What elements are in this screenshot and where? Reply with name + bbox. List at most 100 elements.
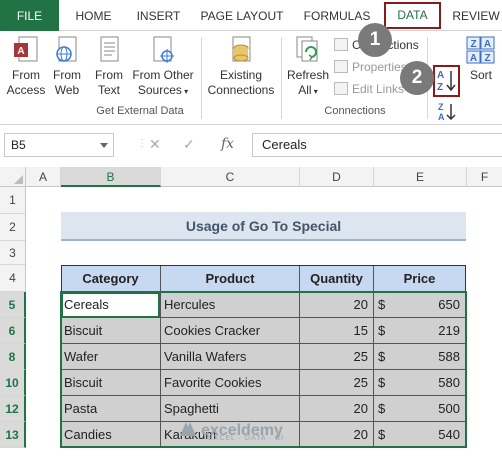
sheet-title: Usage of Go To Special xyxy=(61,212,466,241)
cell-price[interactable]: $580 xyxy=(374,370,466,396)
cell-product[interactable]: Spaghetti xyxy=(161,396,300,422)
access-database-icon: A xyxy=(14,36,38,62)
from-text-label-2: Text xyxy=(97,83,120,97)
from-access-button[interactable]: A From Access xyxy=(4,36,48,98)
group-separator xyxy=(201,37,202,119)
from-access-label-2: Access xyxy=(6,83,46,97)
currency-symbol: $ xyxy=(378,297,386,312)
row-header-6[interactable]: 6 xyxy=(0,318,26,344)
select-all-corner[interactable] xyxy=(0,167,26,187)
price-value: 540 xyxy=(438,427,460,442)
exceldemy-watermark: exceldemy EXCEL · DATA · BI xyxy=(178,420,284,446)
row-header-2[interactable]: 2 xyxy=(0,214,26,241)
cell-quantity[interactable]: 20 xyxy=(300,422,374,448)
cell-category[interactable]: Cereals xyxy=(61,292,161,318)
row-header-8[interactable]: 8 xyxy=(0,344,26,370)
header-product[interactable]: Product xyxy=(161,265,300,292)
tab-page-layout[interactable]: PAGE LAYOUT xyxy=(197,0,287,31)
from-web-label-2: Web xyxy=(54,83,80,97)
row-header-4[interactable]: 4 xyxy=(0,265,26,292)
cell-product[interactable]: Favorite Cookies xyxy=(161,370,300,396)
cell-quantity[interactable]: 25 xyxy=(300,370,374,396)
edit-links-label: Edit Links xyxy=(352,82,405,96)
row-header-10[interactable]: 10 xyxy=(0,370,26,396)
cell-price[interactable]: $219 xyxy=(374,318,466,344)
column-header-b[interactable]: B xyxy=(61,167,161,187)
properties-icon xyxy=(334,60,348,73)
tab-data-label: DATA xyxy=(397,8,428,22)
from-other-sources-button[interactable]: From Other Sources ▾ xyxy=(130,36,196,99)
edit-links-icon xyxy=(334,82,348,95)
existing-connections-button[interactable]: Existing Connections xyxy=(205,36,277,98)
cell-category[interactable]: Wafer xyxy=(61,344,161,370)
from-other-label-2: Sources xyxy=(137,83,182,97)
svg-text:Z: Z xyxy=(438,102,444,112)
cell-price[interactable]: $650 xyxy=(374,292,466,318)
column-header-f[interactable]: F xyxy=(467,167,502,187)
price-value: 580 xyxy=(438,375,460,390)
cell-price[interactable]: $500 xyxy=(374,396,466,422)
from-text-label-1: From xyxy=(95,68,123,82)
name-box[interactable]: B5 xyxy=(4,133,114,157)
cell-product[interactable]: Cookies Cracker xyxy=(161,318,300,344)
cell-quantity[interactable]: 20 xyxy=(300,396,374,422)
cell-category[interactable]: Pasta xyxy=(61,396,161,422)
cell-category[interactable]: Biscuit xyxy=(61,370,161,396)
existing-connections-label-1: Existing xyxy=(219,68,263,82)
cell-product[interactable]: Hercules xyxy=(161,292,300,318)
cell-category[interactable]: Candies xyxy=(61,422,161,448)
cell-quantity[interactable]: 20 xyxy=(300,292,374,318)
svg-text:Z: Z xyxy=(484,53,490,64)
tab-insert[interactable]: INSERT xyxy=(130,0,187,31)
tab-home[interactable]: HOME xyxy=(66,0,121,31)
enter-icon[interactable]: ✓ xyxy=(183,136,195,153)
sort-z-to-a-button[interactable]: Z A xyxy=(437,101,457,125)
insert-function-icon[interactable]: fx xyxy=(221,136,234,152)
edit-links-button[interactable]: Edit Links xyxy=(334,80,404,98)
tab-data[interactable]: DATA xyxy=(384,2,441,29)
cell-price[interactable]: $588 xyxy=(374,344,466,370)
header-quantity[interactable]: Quantity xyxy=(300,265,374,292)
from-other-label-1: From Other xyxy=(132,68,194,82)
column-header-c[interactable]: C xyxy=(161,167,300,187)
from-text-button[interactable]: From Text xyxy=(90,36,128,98)
formula-buttons: ⋮ ✕ ✓ fx xyxy=(137,133,249,157)
sort-button[interactable]: Z A A Z Sort xyxy=(463,34,499,83)
column-header-d[interactable]: D xyxy=(300,167,374,187)
cell-quantity[interactable]: 25 xyxy=(300,344,374,370)
row-header-12[interactable]: 12 xyxy=(0,396,26,422)
chevron-down-icon[interactable] xyxy=(100,143,108,148)
tab-review[interactable]: REVIEW xyxy=(450,0,502,31)
tab-formulas[interactable]: FORMULAS xyxy=(301,0,373,31)
svg-text:Z: Z xyxy=(437,82,443,93)
cell-price[interactable]: $540 xyxy=(374,422,466,448)
exceldemy-logo-icon xyxy=(180,422,196,436)
header-price[interactable]: Price xyxy=(374,265,466,292)
refresh-all-label-2: All xyxy=(298,83,312,97)
tab-file[interactable]: FILE xyxy=(0,0,59,31)
from-web-button[interactable]: From Web xyxy=(48,36,86,98)
svg-text:A: A xyxy=(484,39,491,50)
sort-ascending-icon: A Z xyxy=(437,70,456,93)
cell-quantity[interactable]: 15 xyxy=(300,318,374,344)
cell-category[interactable]: Biscuit xyxy=(61,318,161,344)
dropdown-arrow-icon: ▾ xyxy=(311,87,318,96)
properties-button[interactable]: Properties xyxy=(334,58,407,76)
price-value: 500 xyxy=(438,401,460,416)
row-header-3[interactable]: 3 xyxy=(0,241,26,265)
svg-text:A: A xyxy=(438,112,445,121)
sort-dialog-icon: Z A A Z xyxy=(466,36,495,64)
price-value: 588 xyxy=(438,349,460,364)
formula-input[interactable]: Cereals xyxy=(252,133,502,157)
row-header-1[interactable]: 1 xyxy=(0,187,26,214)
column-header-e[interactable]: E xyxy=(374,167,467,187)
refresh-all-button[interactable]: Refresh All ▾ xyxy=(285,36,331,99)
cancel-icon[interactable]: ✕ xyxy=(149,136,161,153)
row-header-13[interactable]: 13 xyxy=(0,422,26,448)
header-category[interactable]: Category xyxy=(61,265,161,292)
sort-a-to-z-button[interactable]: A Z xyxy=(433,65,460,97)
from-access-label-1: From xyxy=(12,68,40,82)
row-header-5[interactable]: 5 xyxy=(0,292,26,318)
cell-product[interactable]: Vanilla Wafers xyxy=(161,344,300,370)
column-header-a[interactable]: A xyxy=(26,167,61,187)
